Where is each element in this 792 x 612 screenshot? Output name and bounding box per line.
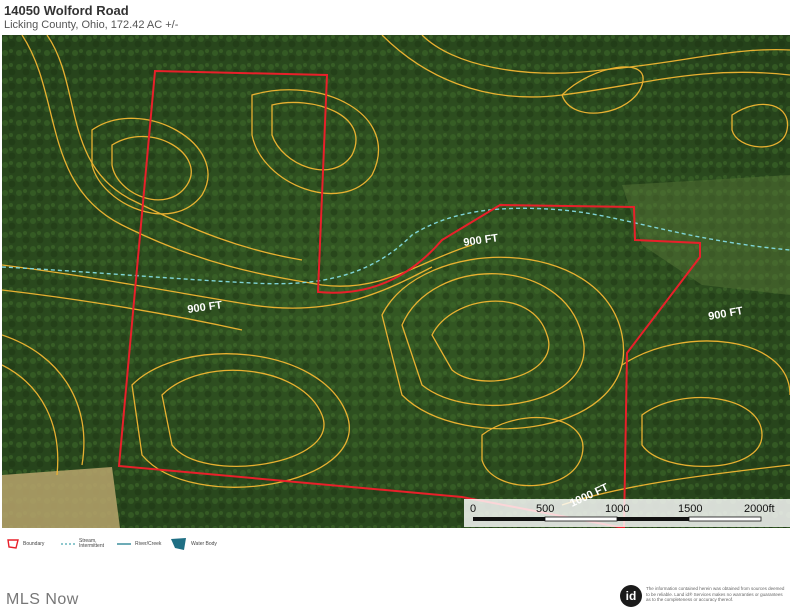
legend-item-river: River/Creek bbox=[116, 537, 161, 551]
scale-bar-segment-3 bbox=[617, 517, 689, 521]
scale-tick-1000: 1000 bbox=[605, 503, 629, 515]
property-map[interactable]: 900 FT 900 FT 900 FT 1000 FT 0 500 1000 … bbox=[2, 35, 790, 528]
map-legend: Boundary Stream, Intermittent River/Cree… bbox=[0, 532, 792, 556]
stream-intermittent-icon bbox=[61, 543, 75, 545]
page-subtitle: Licking County, Ohio, 172.42 AC +/- bbox=[4, 19, 179, 31]
scale-tick-0: 0 bbox=[470, 503, 476, 515]
legend-label-stream: Stream, Intermittent bbox=[79, 538, 105, 549]
scale-bar-segment-2 bbox=[544, 516, 618, 522]
scale-tick-2000ft: 2000ft bbox=[744, 503, 775, 515]
map-header: 14050 Wolford Road Licking County, Ohio,… bbox=[0, 0, 792, 34]
scale-bar: 0 500 1000 1500 2000ft bbox=[464, 499, 790, 527]
scale-bar-segment-1 bbox=[473, 517, 545, 521]
page-title: 14050 Wolford Road bbox=[4, 3, 129, 18]
scale-tick-500: 500 bbox=[536, 503, 554, 515]
legend-label-boundary: Boundary bbox=[23, 540, 45, 547]
river-creek-icon bbox=[117, 543, 131, 545]
scale-tick-1500: 1500 bbox=[678, 503, 702, 515]
legend-item-stream: Stream, Intermittent bbox=[60, 537, 119, 551]
water-body-icon bbox=[171, 538, 186, 550]
field-area bbox=[2, 467, 120, 528]
legend-label-water-body: Water Body bbox=[191, 540, 217, 547]
disclaimer-text: The information contained herein was obt… bbox=[646, 586, 785, 603]
legend-item-boundary: Boundary bbox=[6, 537, 44, 551]
legend-label-river: River/Creek bbox=[135, 540, 162, 547]
scale-bar-segment-4 bbox=[688, 516, 762, 522]
land-id-logo: id bbox=[620, 585, 642, 607]
boundary-icon bbox=[7, 539, 19, 549]
legend-item-water-body: Water Body bbox=[170, 537, 217, 551]
mls-now-logo: MLS Now bbox=[6, 591, 79, 608]
